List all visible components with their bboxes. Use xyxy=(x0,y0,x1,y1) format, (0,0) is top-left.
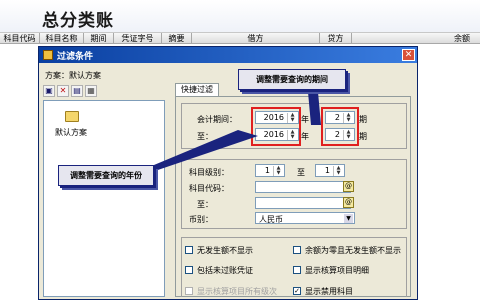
year-callout: 调整需要查询的年份 xyxy=(58,165,154,186)
annotation-arrows xyxy=(142,92,321,174)
period-arrow xyxy=(308,92,321,125)
period-callout: 调整需要查询的期间 xyxy=(238,69,346,90)
year-arrow xyxy=(142,130,258,174)
